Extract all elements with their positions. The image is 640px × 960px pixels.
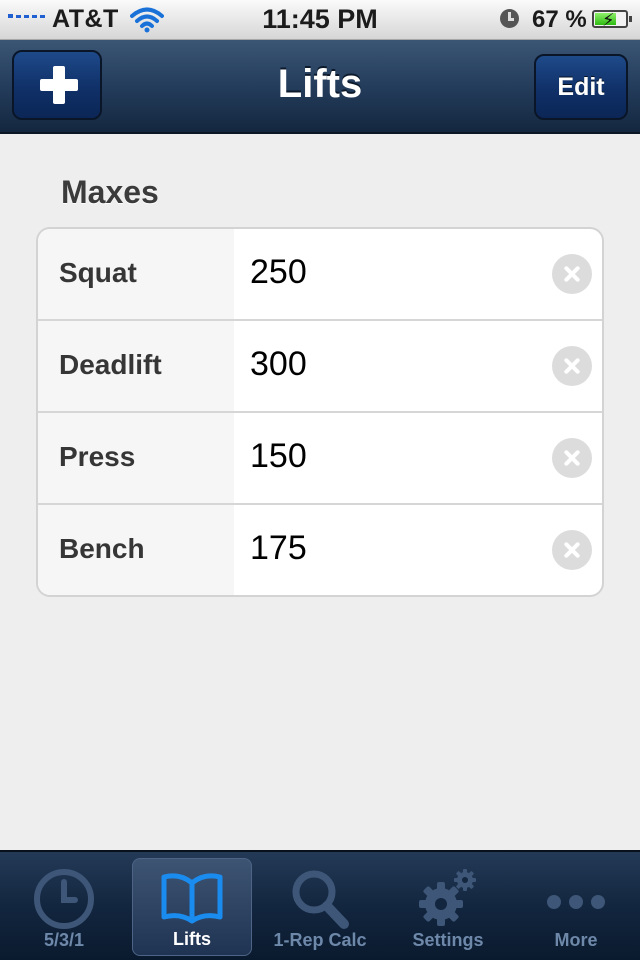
navigation-bar: Lifts Edit xyxy=(0,40,640,134)
battery-percent: 67 % xyxy=(532,6,587,33)
tab-label: 1-Rep Calc xyxy=(273,930,367,950)
tab-more[interactable]: More xyxy=(516,858,636,956)
lift-label: Bench xyxy=(59,533,145,564)
tab-label: Lifts xyxy=(173,929,211,949)
gear-icon xyxy=(388,868,508,930)
status-bar: AT&T 11:45 PM 67 % ⚡ xyxy=(0,0,640,40)
alarm-icon xyxy=(500,9,519,28)
lift-max-input[interactable]: 250 xyxy=(250,253,307,292)
book-icon xyxy=(133,869,251,925)
lift-max-input[interactable]: 300 xyxy=(250,345,307,384)
max-row-bench: Bench 175 xyxy=(38,505,602,595)
section-header-maxes: Maxes xyxy=(61,174,159,210)
tab-bar: 5/3/1 Lifts 1-Rep Calc Settings More xyxy=(0,850,640,960)
battery-charging-icon: ⚡ xyxy=(592,10,632,30)
tab-lifts[interactable]: Lifts xyxy=(132,858,252,956)
lift-max-input[interactable]: 175 xyxy=(250,529,307,568)
clock-icon xyxy=(4,868,124,930)
search-icon xyxy=(260,868,380,930)
tab-settings[interactable]: Settings xyxy=(388,858,508,956)
tab-1-rep-calc[interactable]: 1-Rep Calc xyxy=(260,858,380,956)
edit-button[interactable]: Edit xyxy=(534,54,628,120)
lift-label: Squat xyxy=(59,257,137,288)
tab-label: 5/3/1 xyxy=(43,930,85,950)
clear-icon[interactable] xyxy=(552,254,592,294)
tab-531[interactable]: 5/3/1 xyxy=(4,858,124,956)
max-row-squat: Squat 250 xyxy=(38,229,602,321)
clear-icon[interactable] xyxy=(552,438,592,478)
lift-label: Press xyxy=(59,441,136,472)
tab-label: More xyxy=(554,930,598,950)
max-row-press: Press 150 xyxy=(38,413,602,505)
clear-icon[interactable] xyxy=(552,530,592,570)
lift-max-input[interactable]: 150 xyxy=(250,437,307,476)
tab-label: Settings xyxy=(412,930,484,950)
clear-icon[interactable] xyxy=(552,346,592,386)
more-icon xyxy=(516,868,636,930)
max-row-deadlift: Deadlift 300 xyxy=(38,321,602,413)
maxes-table: Squat 250 Deadlift 300 Press 150 Bench 1… xyxy=(36,227,604,597)
lift-label: Deadlift xyxy=(59,349,162,380)
